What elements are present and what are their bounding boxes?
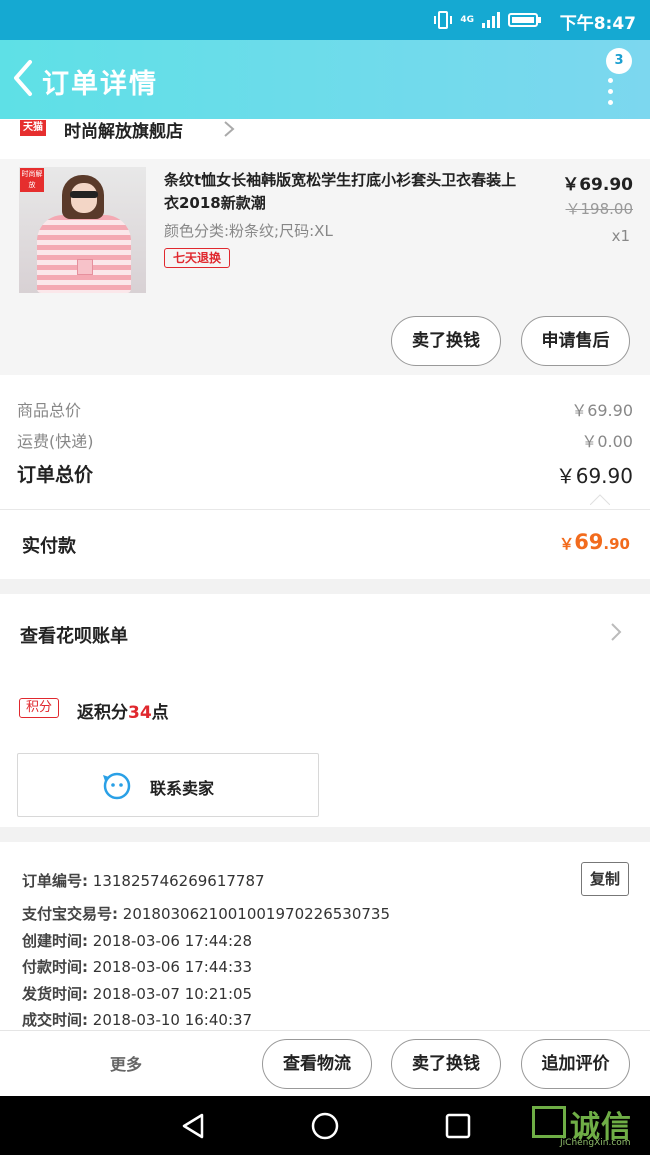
alipay-row: 支付宝交易号: 2018030621001001970226530735 [22, 903, 390, 924]
status-bar: 4G 下午8:47 [0, 0, 650, 40]
order-number-label: 订单编号: [22, 872, 88, 890]
status-icons: 4G [433, 11, 542, 29]
shipping-value: ￥0.00 [581, 432, 633, 451]
page-title: 订单详情 [42, 69, 158, 100]
status-time: 下午8:47 [559, 14, 636, 34]
shipped-time: 2018-03-07 10:21:05 [92, 985, 253, 1003]
product-card[interactable]: 时尚解放 条纹t恤女长袖韩版宽松学生打底小衫套头卫衣春装上衣2018新款潮 颜色… [0, 159, 650, 375]
resell-button[interactable]: 卖了换钱 [391, 316, 501, 366]
original-price: ￥198.00 [565, 200, 634, 218]
product-thumbnail[interactable]: 时尚解放 [19, 167, 146, 293]
huabei-bill-link[interactable]: 查看花呗账单 [20, 622, 128, 648]
brand-tag: 时尚解放 [20, 168, 44, 192]
deal-time: 2018-03-10 16:40:37 [92, 1011, 253, 1029]
add-review-button[interactable]: 追加评价 [521, 1039, 630, 1089]
chat-bubble-icon [103, 772, 131, 800]
bottom-action-bar: 更多 查看物流 卖了换钱 追加评价 [0, 1030, 650, 1096]
more-menu-icon[interactable] [608, 78, 613, 111]
shipped-row: 发货时间: 2018-03-07 10:21:05 [22, 983, 252, 1004]
chevron-right-icon[interactable] [609, 622, 623, 642]
price-summary: 商品总价 ￥69.90 运费(快递) ￥0.00 订单总价 ￥69.90 [0, 375, 650, 510]
alipay-number: 2018030621001001970226530735 [122, 905, 390, 923]
battery-icon [508, 13, 541, 27]
goods-total-value: ￥69.90 [571, 401, 633, 420]
after-sale-button[interactable]: 申请售后 [521, 316, 630, 366]
home-circle-icon[interactable] [311, 1112, 339, 1140]
contact-seller-label: 联系卖家 [150, 779, 215, 798]
shirt-pocket [77, 259, 93, 275]
signal-icon [482, 12, 500, 28]
shirt-shape [37, 215, 131, 293]
order-total-label: 订单总价 [17, 464, 94, 486]
product-title[interactable]: 条纹t恤女长袖韩版宽松学生打底小衫套头卫衣春装上衣2018新款潮 [164, 169, 524, 215]
system-nav-bar: 诚信 JiChengXin.com [0, 1096, 650, 1155]
view-logistics-button[interactable]: 查看物流 [262, 1039, 372, 1089]
shop-name[interactable]: 时尚解放旗舰店 [64, 117, 183, 142]
network-label: 4G [460, 15, 474, 25]
notification-badge[interactable]: 3 [606, 48, 632, 74]
points-text: 返积分34点 [77, 698, 169, 723]
tmall-logo: 天猫 [20, 120, 46, 136]
shipping-label: 运费(快递) [17, 432, 94, 451]
deal-row: 成交时间: 2018-03-10 16:40:37 [22, 1009, 252, 1030]
currency-symbol: ￥ [559, 535, 575, 553]
watermark-url: JiChengXin.com [560, 1138, 631, 1148]
chevron-right-icon [224, 121, 235, 137]
return-policy-tag: 七天退换 [164, 248, 231, 268]
vibrate-icon [434, 11, 453, 29]
back-triangle-icon[interactable] [180, 1112, 206, 1140]
product-spec: 颜色分类:粉条纹;尺码:XL [164, 222, 333, 240]
actual-payment-row: 实付款 ￥69.90 [0, 509, 650, 579]
payment-integer: 69 [574, 530, 604, 554]
recents-square-icon[interactable] [445, 1113, 471, 1139]
points-prefix: 返积分 [77, 703, 128, 723]
order-number: 131825746269617787 [92, 872, 265, 890]
actual-payment-label: 实付款 [22, 536, 76, 557]
resell-button-bottom[interactable]: 卖了换钱 [391, 1039, 501, 1089]
app-header: 订单详情 3 [0, 40, 650, 119]
more-button[interactable]: 更多 [110, 1051, 142, 1075]
order-total-value: ￥69.90 [555, 464, 633, 488]
order-info: 订单编号: 131825746269617787 复制 支付宝交易号: 2018… [0, 842, 650, 1030]
watermark: 诚信 JiChengXin.com [530, 1100, 648, 1152]
paid-label: 付款时间: [22, 958, 88, 976]
product-price: ￥69.90 [562, 175, 633, 195]
created-row: 创建时间: 2018-03-06 17:44:28 [22, 930, 252, 951]
created-label: 创建时间: [22, 932, 88, 950]
extras-section: 查看花呗账单 积分 返积分34点 联系卖家 [0, 594, 650, 827]
paid-row: 付款时间: 2018-03-06 17:44:33 [22, 956, 252, 977]
goods-total-label: 商品总价 [17, 401, 82, 420]
caret-up-icon [590, 494, 610, 505]
deal-label: 成交时间: [22, 1011, 88, 1029]
product-quantity: x1 [611, 227, 630, 245]
paid-time: 2018-03-06 17:44:33 [92, 958, 253, 976]
shipped-label: 发货时间: [22, 985, 88, 1003]
copy-button[interactable]: 复制 [581, 862, 629, 896]
alipay-label: 支付宝交易号: [22, 905, 118, 923]
contact-seller-button[interactable]: 联系卖家 [17, 753, 319, 817]
points-number: 34 [128, 703, 152, 723]
actual-payment-value: ￥69.90 [559, 530, 630, 554]
order-number-row: 订单编号: 131825746269617787 [22, 870, 265, 891]
model-face [71, 183, 97, 213]
created-time: 2018-03-06 17:44:28 [92, 932, 253, 950]
points-badge: 积分 [19, 698, 59, 718]
back-arrow-icon[interactable] [10, 58, 36, 98]
shop-row[interactable]: 天猫 时尚解放旗舰店 [0, 119, 650, 159]
watermark-logo [532, 1106, 566, 1138]
payment-decimal: .90 [603, 535, 630, 553]
points-suffix: 点 [151, 703, 169, 723]
model-sunglasses [70, 191, 98, 198]
